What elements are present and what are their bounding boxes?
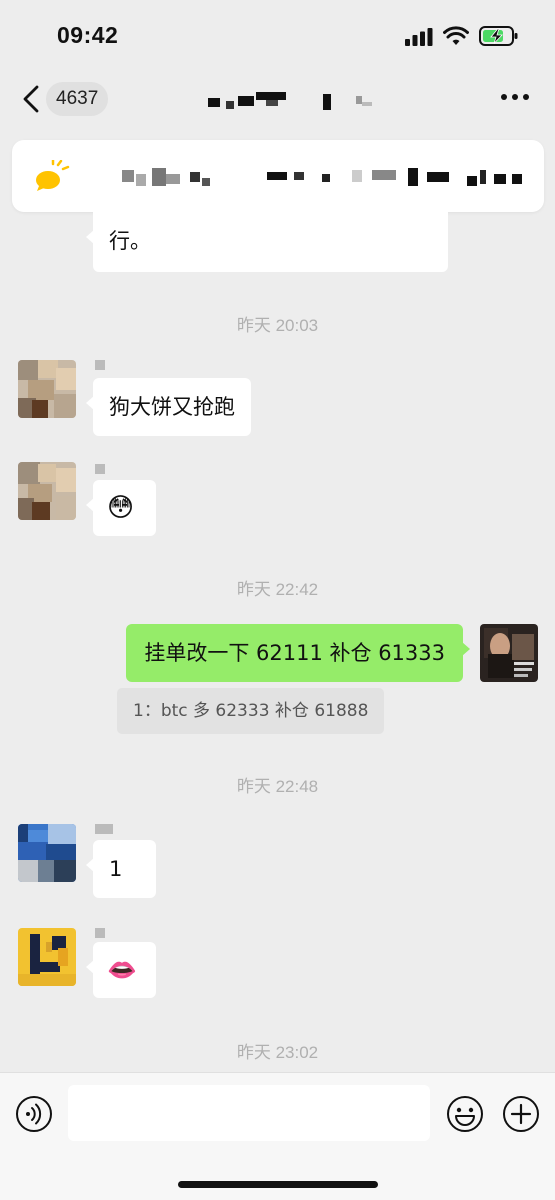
- message-text: 1: [109, 857, 123, 881]
- status-bar: 09:42: [0, 0, 555, 70]
- smile-icon[interactable]: [446, 1095, 484, 1133]
- avatar[interactable]: [18, 360, 76, 418]
- message-bubble[interactable]: 👄: [86, 942, 156, 998]
- avatar[interactable]: [18, 824, 76, 882]
- avatar[interactable]: [18, 928, 76, 986]
- wifi-icon: [443, 26, 469, 45]
- pinned-notice[interactable]: [12, 140, 544, 212]
- message-text: 挂单改一下 62111 补仓 61333: [144, 641, 445, 665]
- sender-name-redacted: [95, 928, 105, 938]
- timestamp: 昨天 23:02: [236, 1043, 319, 1062]
- message-bubble[interactable]: 狗大饼又抢跑: [86, 378, 251, 436]
- emoji: 😳: [107, 493, 135, 523]
- emoji: 👄: [107, 956, 137, 984]
- sender-name-redacted: [95, 464, 105, 474]
- unread-count-badge[interactable]: 4637: [46, 82, 109, 116]
- plus-icon[interactable]: [502, 1095, 540, 1133]
- message-bubble[interactable]: 1: [86, 840, 156, 898]
- cellular-signal-icon: [405, 28, 433, 46]
- message-bubble[interactable]: 😳: [86, 480, 156, 536]
- status-time: 09:42: [57, 22, 119, 48]
- timestamp: 昨天 20:03: [236, 316, 319, 335]
- my-message-bubble[interactable]: 挂单改一下 62111 补仓 61333: [126, 624, 470, 682]
- message-text: 行。: [109, 229, 151, 253]
- message-input[interactable]: [68, 1085, 430, 1141]
- chat-title-redacted: [208, 92, 372, 110]
- sender-name-redacted: [95, 360, 105, 370]
- timestamp: 昨天 22:42: [236, 580, 319, 599]
- home-indicator: [178, 1181, 378, 1188]
- timestamp: 昨天 22:48: [236, 777, 319, 796]
- speaker-icon: [36, 160, 70, 191]
- input-bar: [0, 1072, 555, 1200]
- chevron-left-icon[interactable]: [20, 84, 42, 114]
- my-avatar[interactable]: [480, 624, 538, 682]
- more-icon[interactable]: [500, 92, 530, 102]
- chat-header: 4637: [0, 70, 555, 132]
- message-text: 狗大饼又抢跑: [109, 395, 235, 419]
- notice-text-redacted: [122, 168, 522, 186]
- avatar[interactable]: [18, 462, 76, 520]
- voice-icon[interactable]: [15, 1095, 53, 1133]
- message-bubble[interactable]: 行。: [86, 212, 448, 272]
- battery-charging-icon: [479, 26, 518, 46]
- sender-name-redacted: [95, 824, 113, 834]
- quoted-message[interactable]: 1：btc 多 62333 补仓 61888: [117, 688, 385, 734]
